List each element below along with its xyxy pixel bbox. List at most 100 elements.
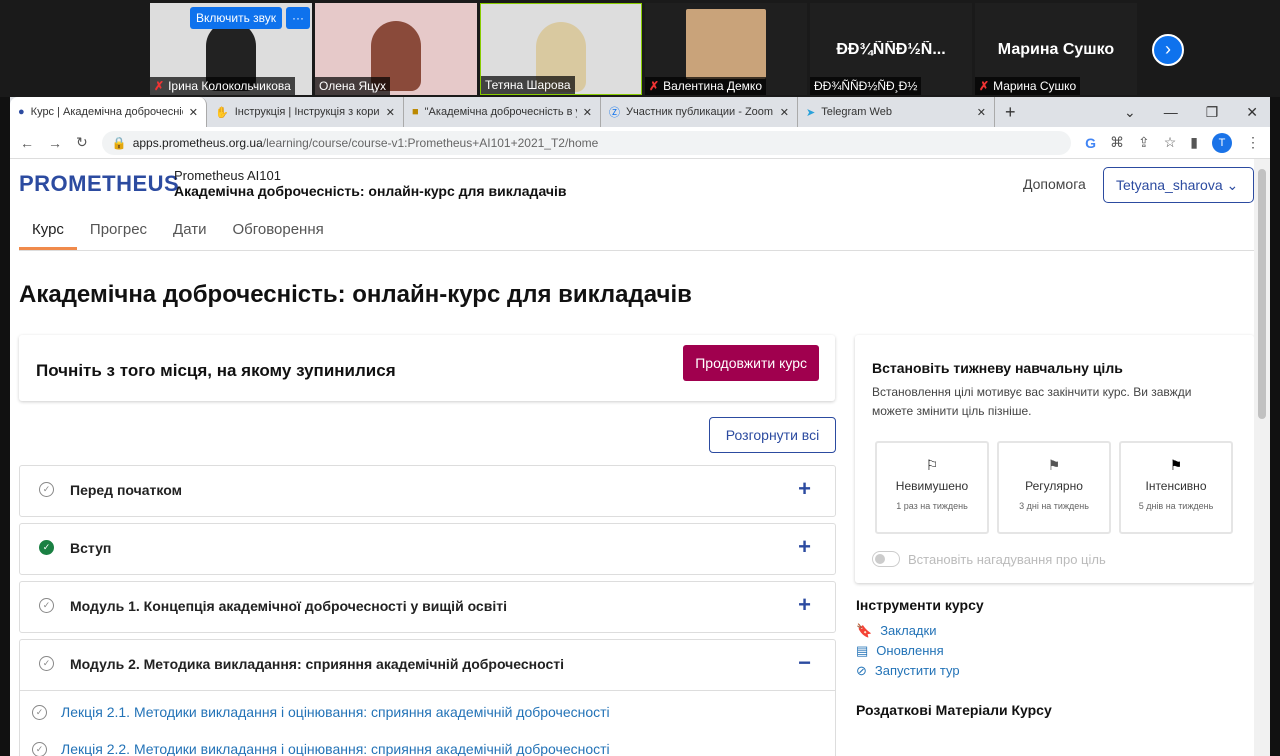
username: Tetyana_sharova (1116, 177, 1223, 193)
flag-filled-icon: ⚑ (1169, 457, 1183, 473)
tool-label: Запустити тур (874, 663, 960, 678)
minimize-icon[interactable]: — (1164, 104, 1178, 121)
section-row[interactable]: ✓ Вступ + (19, 523, 836, 575)
participant-tile[interactable]: ✗ Валентина Демко (645, 3, 807, 95)
close-icon[interactable]: ✕ (386, 106, 395, 119)
lecture-title: Лекція 2.1. Методики викладання і оцінюв… (61, 704, 610, 720)
check-circle-icon: ✓ (39, 598, 54, 613)
course-nav: Курс Прогрес Дати Обговорення (19, 211, 1254, 251)
tab-progress[interactable]: Прогрес (77, 211, 160, 250)
user-menu-button[interactable]: Tetyana_sharova ⌄ (1103, 167, 1254, 203)
zoom-participant-strip: ✗ Ірина Колокольчикова Включить звук ··· … (0, 0, 1280, 97)
mic-muted-icon: ✗ (979, 79, 990, 93)
browser-tab[interactable]: ● Курс | Академічна доброчесніс ✕ (10, 97, 207, 127)
close-window-icon[interactable]: ✕ (1246, 104, 1258, 121)
unmute-button[interactable]: Включить звук (190, 7, 283, 29)
lecture-link[interactable]: ✓ Лекція 2.2. Методики викладання і оціню… (32, 741, 610, 756)
section-label: Модуль 2. Методика викладання: сприяння … (70, 656, 565, 672)
plus-icon[interactable]: + (798, 534, 811, 560)
tab-dates[interactable]: Дати (160, 211, 219, 250)
header-course-title: Академічна доброчесність: онлайн-курс дл… (174, 183, 567, 199)
goal-option-intense[interactable]: ⚑ Інтенсивно 5 днів на тиждень (1119, 441, 1233, 534)
help-link[interactable]: Допомога (1023, 176, 1086, 192)
check-circle-icon: ✓ (32, 704, 47, 720)
forward-icon[interactable]: → (48, 135, 62, 151)
mic-muted-icon: ✗ (649, 79, 660, 93)
tab-search-icon[interactable]: ⌄ (1124, 104, 1136, 121)
participant-name: Олена Яцух (319, 79, 387, 93)
close-icon[interactable]: ✕ (189, 106, 198, 119)
close-icon[interactable]: ✕ (583, 106, 592, 119)
url-input[interactable]: 🔒 apps.prometheus.org.ua/learning/course/… (101, 130, 1072, 155)
tab-title: Інструкція | Інструкція з корист (234, 106, 380, 118)
reload-icon[interactable]: ↻ (76, 134, 88, 151)
google-icon[interactable]: G (1085, 135, 1096, 151)
toggle-switch[interactable] (872, 551, 900, 567)
handouts-heading: Роздаткові Матеріали Курсу (856, 702, 1052, 718)
expand-all-button[interactable]: Розгорнути всі (709, 417, 836, 453)
menu-icon[interactable]: ⋮ (1246, 134, 1260, 151)
page-scrollbar[interactable] (1254, 159, 1270, 756)
minus-icon[interactable]: − (798, 650, 811, 676)
favicon-icon: ● (18, 106, 25, 118)
participant-tile[interactable]: Тетяна Шарова (480, 3, 642, 95)
section-row[interactable]: ✓ Перед початком + (19, 465, 836, 517)
goal-reminder-toggle[interactable]: Встановіть нагадування про ціль (872, 551, 1106, 567)
tab-title: Участник публикации - Zoom (626, 106, 774, 118)
plus-icon[interactable]: + (798, 592, 811, 618)
profile-avatar[interactable]: T (1212, 132, 1232, 153)
section-label: Модуль 1. Концепція академічної доброчес… (70, 598, 507, 614)
favicon-icon: ■ (412, 106, 419, 118)
participant-tile[interactable]: Олена Яцух (315, 3, 477, 95)
section-row-expanded[interactable]: ✓ Модуль 2. Методика викладання: сприяння… (19, 639, 836, 756)
flag-outline-icon: ⚐ (925, 457, 939, 473)
goal-option-name: Інтенсивно (1145, 479, 1207, 493)
tool-bookmarks[interactable]: 🔖 Закладки (856, 623, 936, 639)
participant-tile[interactable]: Марина Сушко ✗ Марина Сушко (975, 3, 1137, 95)
tab-course[interactable]: Курс (19, 211, 77, 250)
scrollbar-thumb[interactable] (1258, 169, 1266, 419)
new-tab-icon[interactable]: + (995, 102, 1026, 123)
participant-name: ÐÐ¾ÑÑÐ½ÑÐ¸Ð½ (814, 79, 918, 93)
mic-muted-icon: ✗ (154, 79, 165, 93)
more-button[interactable]: ··· (286, 7, 310, 29)
browser-tab[interactable]: ➤ Telegram Web ✕ (798, 97, 995, 127)
close-icon[interactable]: ✕ (780, 106, 789, 119)
divider (20, 690, 835, 691)
back-icon[interactable]: ← (20, 135, 34, 151)
participant-display-name: Марина Сушко (997, 41, 1115, 58)
check-circle-icon: ✓ (39, 482, 54, 497)
address-bar-row: ← → ↻ 🔒 apps.prometheus.org.ua/learning/cou… (10, 127, 1270, 159)
participant-name: Тетяна Шарова (485, 78, 571, 92)
tab-discussion[interactable]: Обговорення (219, 211, 336, 250)
browser-tab[interactable]: ■ "Академічна доброчесність в у ✕ (404, 97, 601, 127)
section-label: Перед початком (70, 482, 182, 498)
section-row[interactable]: ✓ Модуль 1. Концепція академічної доброче… (19, 581, 836, 633)
maximize-icon[interactable]: ❐ (1206, 104, 1219, 121)
close-icon[interactable]: ✕ (977, 106, 986, 119)
browser-tab[interactable]: Ⓩ Участник публикации - Zoom ✕ (601, 97, 798, 127)
next-page-icon[interactable]: › (1152, 34, 1184, 66)
translate-icon[interactable]: ⌘ (1110, 134, 1124, 151)
tab-title: "Академічна доброчесність в у (424, 106, 577, 118)
toggle-label: Встановіть нагадування про ціль (908, 551, 1106, 567)
goal-option-desc: 5 днів на тиждень (1138, 501, 1214, 511)
goal-option-desc: 3 дні на тиждень (1019, 501, 1089, 511)
share-icon[interactable]: ⇪ (1138, 134, 1150, 151)
tool-label: Закладки (880, 623, 937, 638)
tool-start-tour[interactable]: ⊘ Запустити тур (856, 663, 960, 679)
prometheus-logo[interactable]: PROMETHEUS (19, 171, 179, 197)
browser-tab[interactable]: ✋ Інструкція | Інструкція з корист ✕ (207, 97, 404, 127)
resume-course-button[interactable]: Продовжити курс (683, 345, 819, 381)
bookmark-star-icon[interactable]: ☆ (1164, 134, 1177, 151)
goal-option-casual[interactable]: ⚐ Невимушено 1 раз на тиждень (875, 441, 989, 534)
tool-updates[interactable]: ▤ Оновлення (856, 643, 944, 659)
bookmark-icon: 🔖 (856, 623, 873, 638)
lecture-link[interactable]: ✓ Лекція 2.1. Методики викладання і оціню… (32, 704, 610, 720)
participant-tile[interactable]: ÐÐ¾ÑÑÐ½Ñ... ÐÐ¾ÑÑÐ½ÑÐ¸Ð½ (810, 3, 972, 95)
sidebar-icon[interactable]: ▮ (1190, 134, 1198, 151)
goal-option-regular[interactable]: ⚑ Регулярно 3 дні на тиждень (997, 441, 1111, 534)
goal-option-name: Невимушено (895, 479, 969, 493)
goal-option-name: Регулярно (1025, 479, 1083, 493)
plus-icon[interactable]: + (798, 476, 811, 502)
